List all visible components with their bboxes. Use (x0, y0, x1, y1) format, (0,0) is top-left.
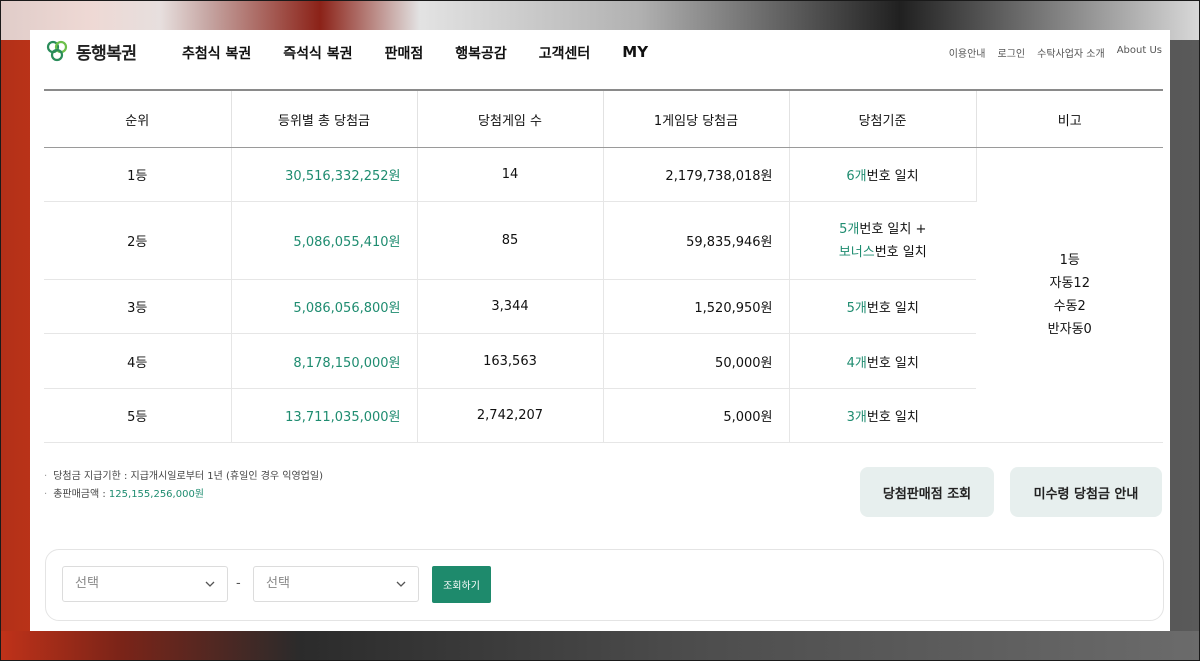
footnotes: · 당첨금 지급기한 : 지급개시일로부터 1년 (휴일인 경우 익영업일) · 총… (44, 468, 323, 504)
criteria-count: 3개 (846, 410, 867, 425)
header-total-prize: 등위별 총 당첨금 (231, 89, 418, 148)
total-prize-cell: 13,711,035,000원 (231, 388, 418, 443)
clover-logo-icon (46, 40, 68, 62)
winning-games-cell: 14 (417, 147, 604, 202)
nav-happiness[interactable]: 행복공감 (455, 43, 507, 63)
total-prize-cell: 30,516,332,252원 (231, 147, 418, 202)
unclaimed-prize-button[interactable]: 미수령 당첨금 안내 (1010, 467, 1162, 517)
round-end-select[interactable]: 선택 (253, 566, 419, 602)
util-operator-link[interactable]: 수탁사업자 소개 (1037, 45, 1105, 60)
nav-customer-center[interactable]: 고객센터 (539, 43, 591, 63)
criteria-cell: 4개번호 일치 (789, 333, 976, 389)
winning-games-cell: 2,742,207 (417, 388, 604, 443)
background-bottom (0, 631, 1200, 661)
logo[interactable]: 동행복권 (44, 38, 137, 64)
util-guide-link[interactable]: 이용안내 (949, 45, 986, 60)
criteria-count: 6개 (846, 169, 867, 184)
criteria-count: 5개 (846, 301, 867, 316)
criteria-text: 번호 일치 (866, 355, 919, 371)
remark-line: 1등 (1059, 253, 1080, 268)
header-remarks: 비고 (976, 89, 1163, 148)
criteria-cell: 6개번호 일치 (789, 147, 977, 202)
total-sales-amount: 125,155,256,000원 (108, 489, 205, 500)
main-panel: 동행복권 추첨식 복권 즉석식 복권 판매점 행복공감 고객센터 MY 이용안내… (30, 30, 1170, 631)
winning-games-cell: 3,344 (417, 279, 604, 334)
criteria-count: 5개 (839, 221, 860, 237)
nav-instant-lottery[interactable]: 즉석식 복권 (283, 43, 352, 63)
round-start-select[interactable]: 선택 (62, 566, 228, 602)
total-sales-label: 총판매금액 : (53, 489, 109, 500)
remark-line: 수동2 (1053, 299, 1086, 314)
select-value: 선택 (266, 576, 290, 591)
total-prize-cell: 5,086,056,800원 (231, 279, 418, 334)
nav-my[interactable]: MY (622, 43, 648, 63)
table-row: 1등 30,516,332,252원 14 2,179,738,018원 6개번… (44, 147, 1163, 443)
nav-stores[interactable]: 판매점 (385, 43, 424, 63)
table-header-row: 순위 등위별 총 당첨금 당첨게임 수 1게임당 당첨금 당첨기준 비고 (44, 89, 1163, 148)
criteria-text: 번호 일치 (866, 410, 919, 425)
nav-draw-lottery[interactable]: 추첨식 복권 (182, 43, 251, 63)
rank-cell: 3등 (44, 279, 232, 334)
logo-text: 동행복권 (76, 43, 137, 64)
prize-table: 순위 등위별 총 당첨금 당첨게임 수 1게임당 당첨금 당첨기준 비고 1등 … (44, 89, 1163, 443)
criteria-cell: 5개번호 일치 + 보너스번호 일치 (789, 201, 976, 280)
prize-per-game-cell: 5,000원 (603, 388, 790, 443)
winning-games-cell: 163,563 (417, 333, 604, 389)
header-rank: 순위 (44, 89, 232, 148)
rank-cell: 2등 (44, 201, 232, 280)
range-separator: - (236, 576, 241, 591)
utility-links: 이용안내 로그인 수탁사업자 소개 About Us (949, 45, 1162, 60)
winning-games-cell: 85 (417, 201, 604, 280)
remark-line: 자동12 (1049, 276, 1090, 291)
util-login-link[interactable]: 로그인 (998, 45, 1026, 60)
criteria-text: 번호 일치 + (859, 221, 927, 237)
prize-per-game-cell: 1,520,950원 (603, 279, 790, 334)
criteria-bonus-text: 번호 일치 (874, 244, 927, 260)
prize-per-game-cell: 59,835,946원 (603, 201, 790, 280)
util-about-link[interactable]: About Us (1117, 45, 1162, 60)
header-criteria: 당첨기준 (789, 89, 977, 148)
payment-deadline-note: 당첨금 지급기한 : 지급개시일로부터 1년 (휴일인 경우 익영업일) (53, 471, 323, 482)
prize-per-game-cell: 50,000원 (603, 333, 790, 389)
criteria-bonus: 보너스 (838, 244, 875, 260)
rank-cell: 5등 (44, 388, 232, 443)
search-submit-button[interactable]: 조회하기 (432, 566, 491, 603)
criteria-cell: 3개번호 일치 (789, 388, 976, 443)
total-prize-cell: 5,086,055,410원 (231, 201, 418, 280)
site-header: 동행복권 추첨식 복권 즉석식 복권 판매점 행복공감 고객센터 MY 이용안내… (30, 30, 1170, 74)
main-nav: 추첨식 복권 즉석식 복권 판매점 행복공감 고객센터 MY (182, 43, 680, 63)
rank-cell: 4등 (44, 333, 232, 389)
bullet-icon: · (44, 489, 48, 500)
criteria-cell: 5개번호 일치 (789, 279, 976, 334)
select-value: 선택 (75, 576, 99, 591)
prize-per-game-cell: 2,179,738,018원 (603, 147, 790, 202)
winning-store-search-button[interactable]: 당첨판매점 조회 (860, 467, 994, 517)
remarks-cell: 1등 자동12 수동2 반자동0 (976, 147, 1163, 443)
rank-cell: 1등 (44, 147, 232, 202)
header-winning-games: 당첨게임 수 (417, 89, 604, 148)
remark-line: 반자동0 (1047, 322, 1092, 337)
chevron-down-icon (396, 581, 406, 587)
round-search-bar: 선택 - 선택 조회하기 (45, 549, 1164, 621)
header-prize-per-game: 1게임당 당첨금 (603, 89, 790, 148)
criteria-count: 4개 (846, 355, 867, 371)
chevron-down-icon (205, 581, 215, 587)
criteria-text: 번호 일치 (866, 301, 919, 316)
bullet-icon: · (44, 471, 48, 482)
criteria-text: 번호 일치 (866, 169, 919, 184)
total-prize-cell: 8,178,150,000원 (231, 333, 418, 389)
